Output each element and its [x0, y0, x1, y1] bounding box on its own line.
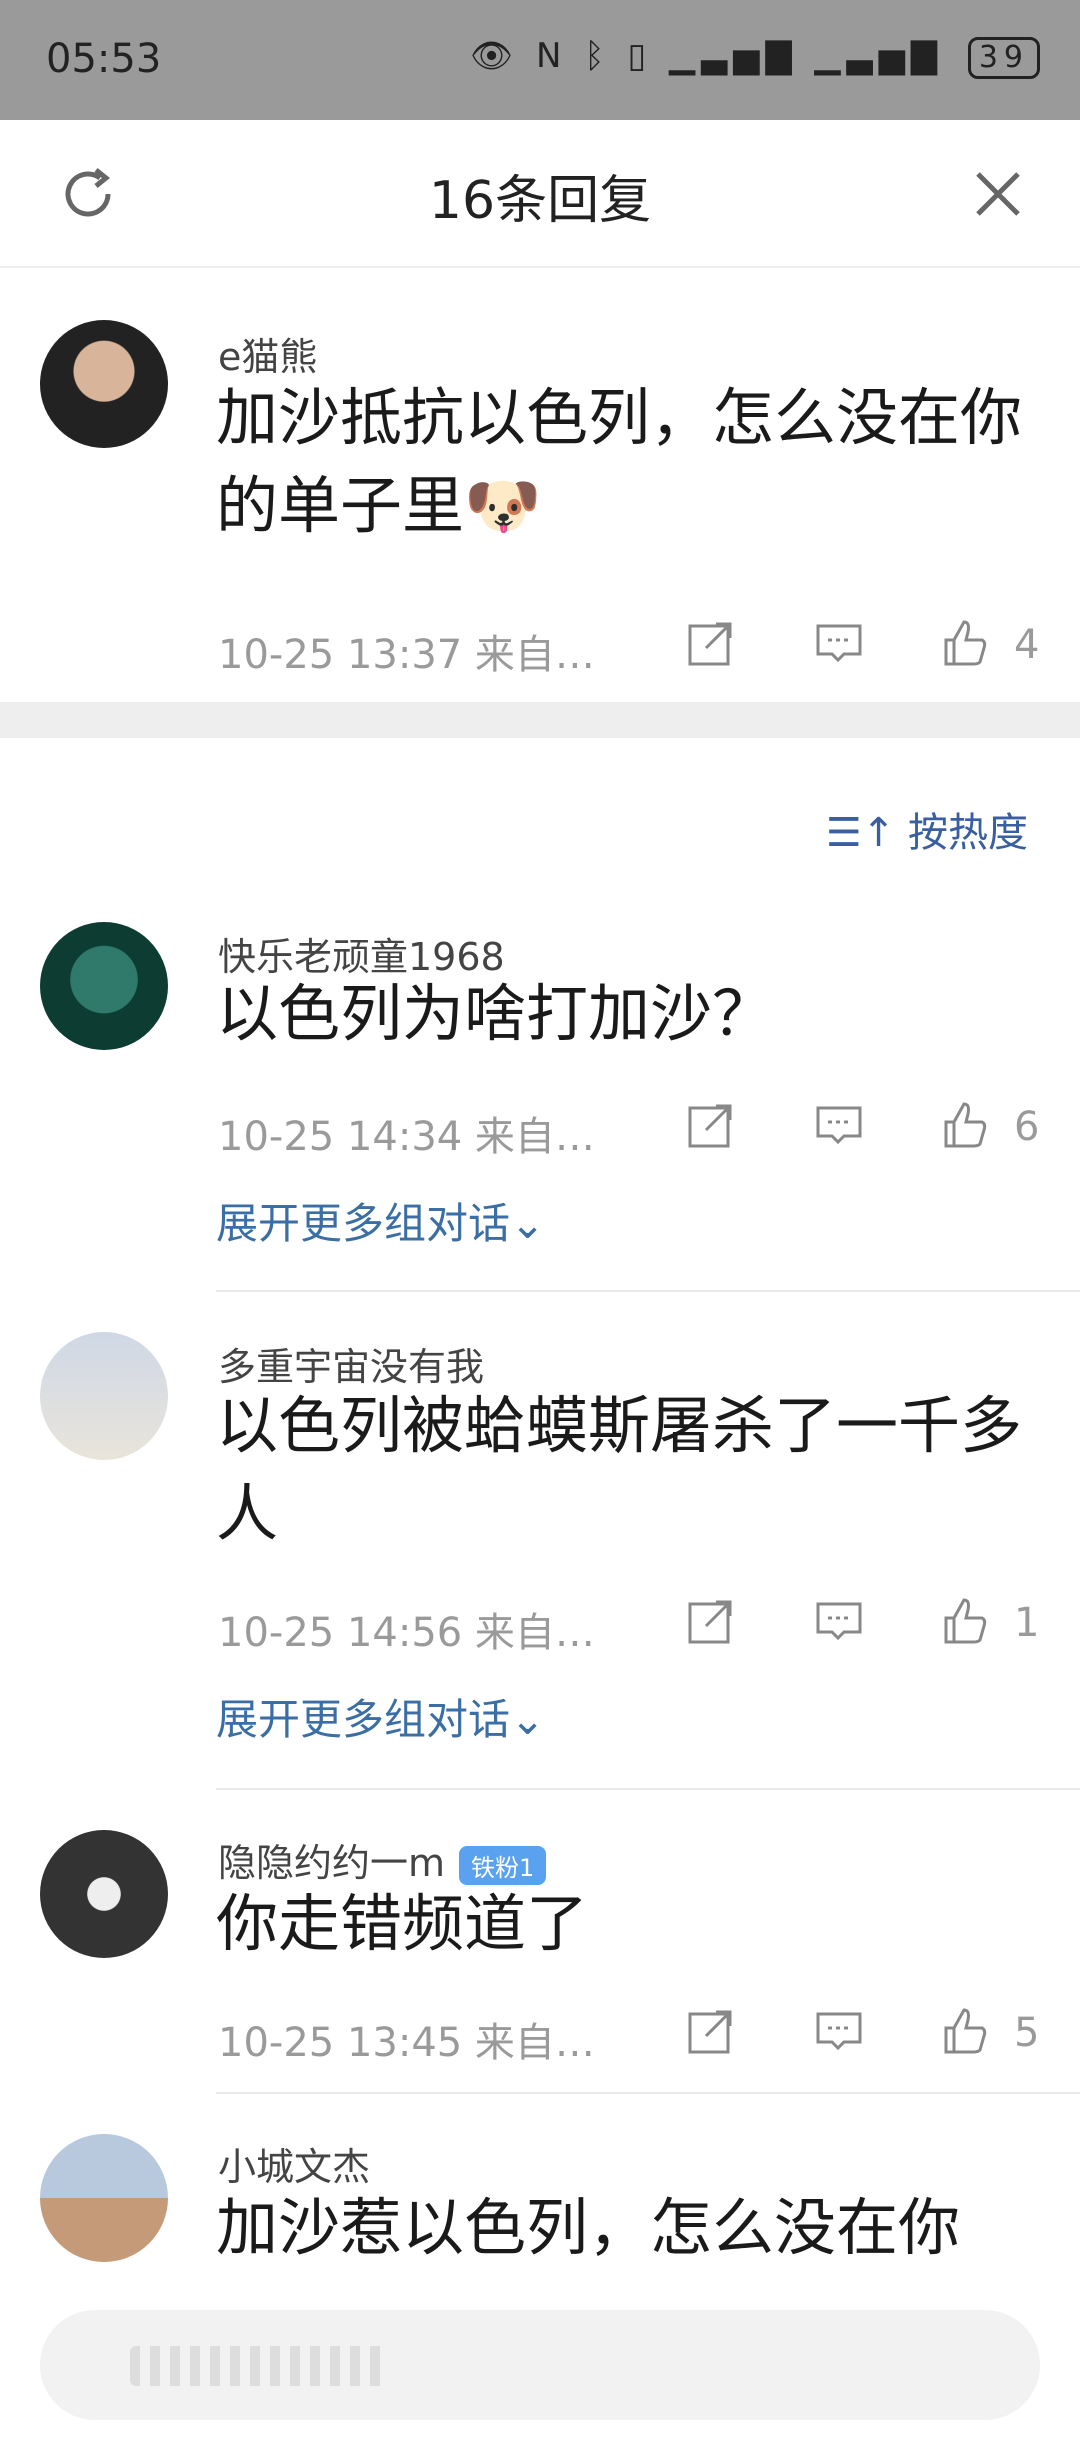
bluetooth-icon: ᛒ: [584, 36, 611, 76]
reply-username[interactable]: 小城文杰: [218, 2136, 370, 2191]
comment-time: 10-25 13:37 来自…: [218, 632, 595, 678]
reply-input-placeholder: [130, 2346, 390, 2386]
signal-icon-2: ▁▃▅▇: [814, 36, 943, 76]
root-comment: e猫熊 加沙抵抗以色列，怎么没在你的单子里🐶 10-25 13:37 来自… 4: [0, 266, 1080, 826]
avatar[interactable]: [40, 2134, 168, 2262]
like-count: 5: [1014, 2010, 1040, 2056]
reply-input[interactable]: [40, 2310, 1040, 2420]
reply-time: 10-25 14:56 来自…: [218, 1610, 595, 1656]
signal-icon: ▁▃▅▇: [669, 36, 798, 76]
comment-icon[interactable]: [814, 618, 864, 668]
avatar[interactable]: [40, 1332, 168, 1460]
comment-icon[interactable]: [814, 1596, 864, 1646]
expand-conversation-link[interactable]: 展开更多组对话⌄: [216, 1686, 545, 1747]
like-icon[interactable]: [940, 1596, 990, 1646]
reply-time: 10-25 14:34 来自…: [218, 1114, 595, 1160]
like-icon[interactable]: [940, 1100, 990, 1150]
divider: [216, 2092, 1080, 2094]
reply-text: 加沙惹以色列，怎么没在你: [216, 2191, 961, 2264]
status-bar: 05:53 👁 N ᛒ ▯ ▁▃▅▇ ▁▃▅▇ 39: [0, 0, 1080, 120]
sort-icon: ☰↑: [825, 810, 896, 856]
reply-text: 以色列为啥打加沙？: [216, 977, 775, 1050]
reply-text: 以色列被蛤蟆斯屠杀了一千多人: [216, 1389, 1023, 1550]
expand-conversation-link[interactable]: 展开更多组对话⌄: [216, 1190, 545, 1251]
reply-meta: 10-25 14:56 来自… 1: [218, 1596, 1040, 1656]
share-icon[interactable]: [686, 2006, 736, 2056]
comment-username[interactable]: e猫熊: [218, 326, 317, 381]
divider: [216, 1290, 1080, 1292]
close-icon[interactable]: [970, 166, 1026, 222]
sheet-header: 16条回复: [0, 120, 1080, 268]
reply-meta: 10-25 13:45 来自… 5: [218, 2006, 1040, 2066]
status-icons: 👁 N ᛒ ▯ ▁▃▅▇ ▁▃▅▇ 39: [470, 36, 1040, 79]
share-icon[interactable]: [686, 1596, 736, 1646]
share-icon[interactable]: [686, 618, 736, 668]
sort-button[interactable]: ☰↑ 按热度: [826, 800, 1028, 858]
comment-icon[interactable]: [814, 1100, 864, 1150]
comment-text-content: 加沙抵抗以色列，怎么没在你的单子里: [216, 381, 1023, 542]
like-icon[interactable]: [940, 2006, 990, 2056]
reply-username-text: 隐隐约约一m: [218, 1841, 446, 1885]
doge-emoji-icon: 🐶: [464, 469, 542, 542]
like-count: 6: [1014, 1104, 1040, 1150]
comment-text: 加沙抵抗以色列，怎么没在你的单子里🐶: [216, 374, 1046, 550]
avatar[interactable]: [40, 1830, 168, 1958]
replies-sheet: 16条回复 e猫熊 加沙抵抗以色列，怎么没在你的单子里🐶 10-25 13:37…: [0, 120, 1080, 2440]
divider: [216, 1788, 1080, 1790]
reply-text: 你走错频道了: [216, 1887, 589, 1960]
section-divider: [0, 702, 1080, 738]
vibrate-icon: ▯: [627, 36, 653, 76]
eye-icon: 👁: [470, 36, 520, 76]
like-count: 1: [1014, 1600, 1040, 1646]
comment-meta: 10-25 13:37 来自… 4: [218, 618, 1040, 678]
reply-username[interactable]: 隐隐约约一m 铁粉1: [218, 1832, 547, 1887]
reply-time: 10-25 13:45 来自…: [218, 2020, 595, 2066]
like-icon[interactable]: [940, 618, 990, 668]
comment-icon[interactable]: [814, 2006, 864, 2056]
avatar[interactable]: [40, 922, 168, 1050]
status-time: 05:53: [46, 36, 162, 82]
battery-icon: 39: [967, 37, 1040, 79]
reply-meta: 10-25 14:34 来自… 6: [218, 1100, 1040, 1160]
share-icon[interactable]: [686, 1100, 736, 1150]
sort-label: 按热度: [908, 810, 1028, 856]
like-count: 4: [1014, 622, 1040, 668]
avatar[interactable]: [40, 320, 168, 448]
sheet-title: 16条回复: [428, 171, 652, 231]
nfc-icon: N: [536, 36, 568, 76]
